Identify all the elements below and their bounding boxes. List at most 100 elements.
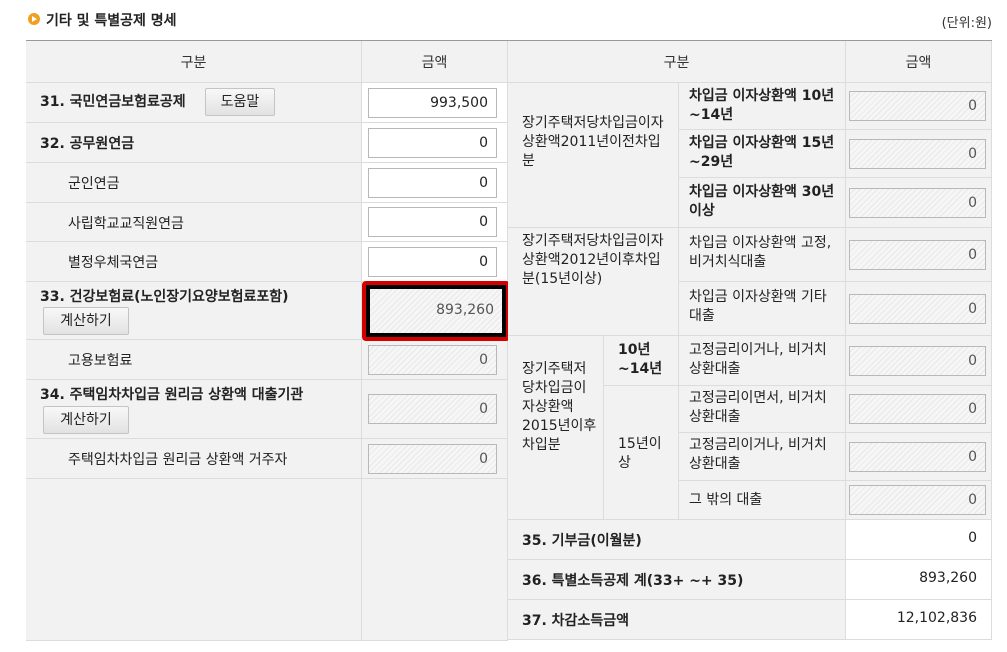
section-header: 기타 및 특별공제 명세 (단위:원): [26, 0, 992, 38]
row-35-label: 35. 기부금(이월분): [522, 533, 642, 549]
g2011-a-input: 0: [849, 91, 986, 121]
row-31-amount-cell: 993,500: [362, 83, 508, 123]
left-filler: [26, 479, 362, 641]
row-32-amount-cell: 0: [362, 123, 508, 163]
employment-insurance-amount-cell: 0: [362, 340, 508, 380]
group-2015-cell: 장기주택저당차입금이자상환액2015년이후차입분: [508, 336, 604, 520]
g2012-a-label: 차입금 이자상환액 고정,비거치식대출: [689, 235, 832, 270]
bullet-arrow-icon: [28, 13, 40, 25]
left-amount-filler: [362, 479, 508, 641]
g2012-a-cell: 차입금 이자상환액 고정,비거치식대출: [679, 228, 846, 282]
row-34-label: 34. 주택임차차입금 원리금 상환액 대출기관: [40, 387, 304, 403]
g2012-a-amount-cell: 0: [846, 228, 992, 282]
private-school-pension-input[interactable]: 0: [368, 207, 497, 237]
g2015-a-label: 고정금리이거나, 비거치상환대출: [689, 342, 827, 377]
row-36-label: 36. 특별소득공제 계(33+ ~+ 35): [522, 573, 744, 589]
health-insurance-calc-button[interactable]: 계산하기: [43, 307, 129, 335]
g2011-b-input: 0: [849, 139, 986, 169]
g2011-c-input: 0: [849, 188, 986, 218]
sub-15-label: 15년이상: [618, 436, 662, 471]
row-32-label: 32. 공무원연금: [40, 136, 135, 152]
private-school-pension-label: 사립학교교직원연금: [68, 216, 184, 232]
g2012-b-amount-cell: 0: [846, 282, 992, 336]
g2015-b-cell: 고정금리이면서, 비거치상환대출: [679, 386, 846, 433]
row-37-label-cell: 37. 차감소득금액: [508, 600, 846, 640]
right-deduction-table: 구분 금액 장기주택저당차입금이자상환액2011년이전차입분 차입금 이자상환액…: [508, 40, 992, 640]
postal-pension-input[interactable]: 0: [368, 247, 497, 277]
group-2011-cell: 장기주택저당차입금이자상환액2011년이전차입분: [508, 83, 679, 228]
right-header-amount: 금액: [846, 41, 992, 83]
right-header-category: 구분: [508, 41, 846, 83]
g2015-c-label: 고정금리이거나, 비거치상환대출: [689, 437, 827, 472]
g2015-d-label: 그 밖의 대출: [689, 492, 763, 508]
g2015-c-amount-cell: 0: [846, 433, 992, 481]
group-2015-label: 장기주택저당차입금이자상환액2015년이후차입분: [522, 361, 597, 453]
g2015-b-label: 고정금리이면서, 비거치상환대출: [689, 390, 827, 425]
sub-10-14-label: 10년~14년: [618, 342, 663, 377]
highlight-inner: 893,260: [370, 289, 502, 333]
g2011-c-label: 차입금 이자상환액 30년 이상: [689, 184, 835, 219]
health-insurance-input[interactable]: 893,260: [370, 289, 502, 333]
g2012-a-input: 0: [849, 240, 986, 270]
employment-insurance-label-cell: 고용보험료: [26, 340, 362, 380]
row-37-value: 12,102,836: [896, 610, 977, 626]
g2011-b-cell: 차입금 이자상환액 15년~29년: [679, 130, 846, 178]
row-37-label: 37. 차감소득금액: [522, 613, 629, 629]
sub-15-cell: 15년이상: [604, 386, 679, 520]
g2015-c-cell: 고정금리이거나, 비거치상환대출: [679, 433, 846, 481]
sub-10-14-cell: 10년~14년: [604, 336, 679, 386]
section-title: 기타 및 특별공제 명세: [46, 13, 177, 29]
housing-loan-calc-button[interactable]: 계산하기: [43, 406, 129, 434]
military-pension-label: 군인연금: [68, 176, 120, 192]
g2015-d-input: 0: [849, 485, 986, 515]
postal-pension-label-cell: 별정우체국연금: [26, 242, 362, 282]
row-37-amount-cell: 12,102,836: [846, 600, 992, 640]
unit-label: (단위:원): [941, 16, 992, 31]
g2015-d-cell: 그 밖의 대출: [679, 481, 846, 520]
national-pension-input[interactable]: 993,500: [368, 88, 497, 118]
help-button[interactable]: 도움말: [205, 88, 275, 116]
military-pension-input[interactable]: 0: [368, 168, 497, 198]
military-pension-label-cell: 군인연금: [26, 163, 362, 203]
public-pension-input[interactable]: 0: [368, 128, 497, 158]
g2011-b-amount-cell: 0: [846, 130, 992, 178]
g2012-b-cell: 차입금 이자상환액 기타대출: [679, 282, 846, 336]
housing-loan-resident-input: 0: [368, 444, 497, 474]
resident-loan-label: 주택임차차입금 원리금 상환액 거주자: [68, 452, 288, 468]
g2015-d-amount-cell: 0: [846, 481, 992, 520]
g2015-a-amount-cell: 0: [846, 336, 992, 386]
g2012-b-label: 차입금 이자상환액 기타대출: [689, 289, 827, 324]
g2011-a-cell: 차입금 이자상환액 10년~14년: [679, 83, 846, 130]
row-31-label: 31. 국민연금보험료공제: [40, 94, 186, 110]
g2011-a-label: 차입금 이자상환액 10년~14년: [689, 88, 835, 123]
row-35-label-cell: 35. 기부금(이월분): [508, 520, 846, 560]
g2012-b-input: 0: [849, 294, 986, 324]
row-36-value: 893,260: [919, 570, 977, 586]
g2011-c-cell: 차입금 이자상환액 30년 이상: [679, 178, 846, 228]
resident-loan-label-cell: 주택임차차입금 원리금 상환액 거주자: [26, 439, 362, 479]
employment-insurance-input: 0: [368, 345, 497, 375]
row-35-amount-cell: 0: [846, 520, 992, 560]
row-32-label-cell: 32. 공무원연금: [26, 123, 362, 163]
row-36-amount-cell: 893,260: [846, 560, 992, 600]
g2015-b-amount-cell: 0: [846, 386, 992, 433]
military-pension-amount-cell: 0: [362, 163, 508, 203]
g2015-b-input: 0: [849, 394, 986, 424]
postal-pension-amount-cell: 0: [362, 242, 508, 282]
row-36-label-cell: 36. 특별소득공제 계(33+ ~+ 35): [508, 560, 846, 600]
employment-insurance-label: 고용보험료: [68, 353, 133, 369]
g2011-a-amount-cell: 0: [846, 83, 992, 130]
group-2012-label: 장기주택저당차입금이자상환액2012년이후차입분(15년이상): [522, 233, 664, 287]
row-35-value: 0: [968, 530, 977, 546]
g2015-c-input: 0: [849, 442, 986, 472]
row-34-label-cell: 34. 주택임차차입금 원리금 상환액 대출기관 계산하기: [26, 380, 362, 439]
g2011-c-amount-cell: 0: [846, 178, 992, 228]
postal-pension-label: 별정우체국연금: [68, 255, 159, 271]
private-school-pension-amount-cell: 0: [362, 203, 508, 242]
left-header-category: 구분: [26, 41, 362, 83]
group-2012-cell: 장기주택저당차입금이자상환액2012년이후차입분(15년이상): [508, 228, 679, 336]
row-33-label: 33. 건강보험료(노인장기요양보험료포함): [40, 289, 289, 305]
left-header-amount: 금액: [362, 41, 508, 83]
row-34-amount-cell: 0: [362, 380, 508, 439]
housing-loan-lender-input: 0: [368, 394, 497, 424]
